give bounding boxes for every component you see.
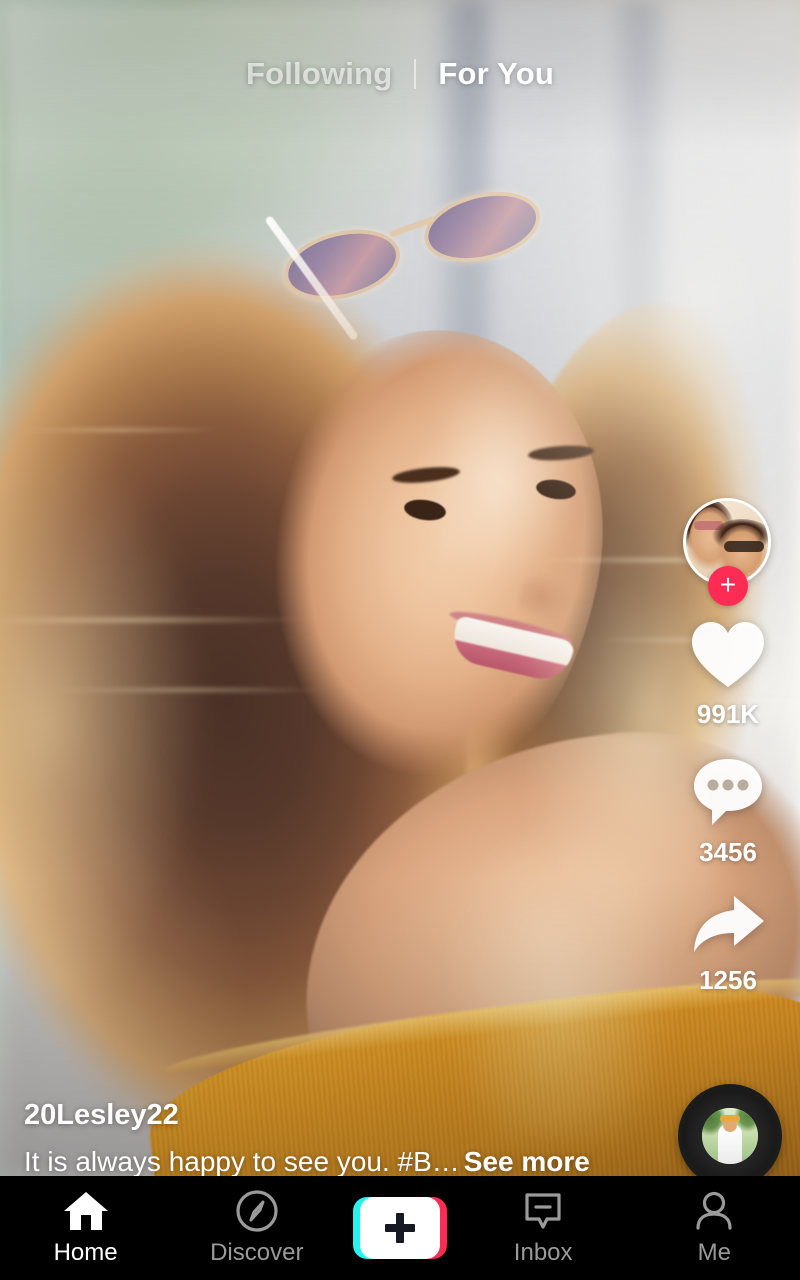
record-disc[interactable] (678, 1084, 782, 1188)
inbox-message-icon[interactable] (521, 1189, 565, 1233)
nav-item-inbox[interactable]: Inbox (468, 1189, 618, 1267)
nav-label-home: Home (53, 1239, 118, 1266)
like-count: 991K (696, 699, 760, 729)
record-album-art (702, 1108, 758, 1164)
nav-label-me: Me (697, 1239, 732, 1266)
like-button[interactable]: 991K (690, 620, 766, 756)
compass-icon[interactable] (235, 1189, 279, 1233)
share-button[interactable]: 1256 (690, 894, 766, 1022)
share-count: 1256 (699, 965, 757, 995)
creator-avatar-button[interactable]: + (683, 498, 773, 606)
nav-item-discover[interactable]: Discover (182, 1189, 332, 1267)
home-icon[interactable] (63, 1189, 109, 1233)
nav-label-discover: Discover (210, 1239, 304, 1266)
bottom-navigation: Home Discover Inbox Me (0, 1176, 800, 1280)
share-arrow-icon[interactable] (690, 894, 766, 961)
heart-icon[interactable] (690, 620, 766, 695)
tab-for-you[interactable]: For You (416, 56, 576, 92)
comment-bubble-icon[interactable] (691, 756, 765, 833)
nav-item-me[interactable]: Me (639, 1189, 789, 1267)
plus-icon (384, 1213, 415, 1243)
caption-text: It is always happy to see you. #B… (24, 1146, 460, 1177)
nav-item-home[interactable]: Home (11, 1189, 161, 1267)
nav-label-inbox: Inbox (513, 1239, 573, 1266)
person-icon[interactable] (692, 1189, 736, 1233)
comment-button[interactable]: 3456 (691, 756, 765, 894)
music-disc-icon[interactable] (678, 1084, 782, 1188)
video-caption: It is always happy to see you. #B… See mo… (24, 1146, 644, 1178)
creator-username[interactable]: 20Lesley22 (24, 1099, 644, 1132)
action-rail: + 991K 3456 1256 (678, 498, 778, 1022)
avatar-person-b-glasses (724, 541, 764, 552)
feed-tabs: Following For You (0, 56, 800, 92)
tab-following[interactable]: Following (224, 56, 414, 92)
tiktok-app: Following For You + 991K 3456 1256 20Les… (0, 0, 800, 1280)
comment-count: 3456 (699, 837, 757, 867)
see-more-link[interactable]: See more (464, 1146, 590, 1177)
follow-plus-icon[interactable]: + (708, 566, 748, 606)
create-button-face[interactable] (359, 1197, 440, 1259)
album-art-person-hat (720, 1115, 740, 1122)
create-video-button[interactable] (352, 1197, 447, 1259)
